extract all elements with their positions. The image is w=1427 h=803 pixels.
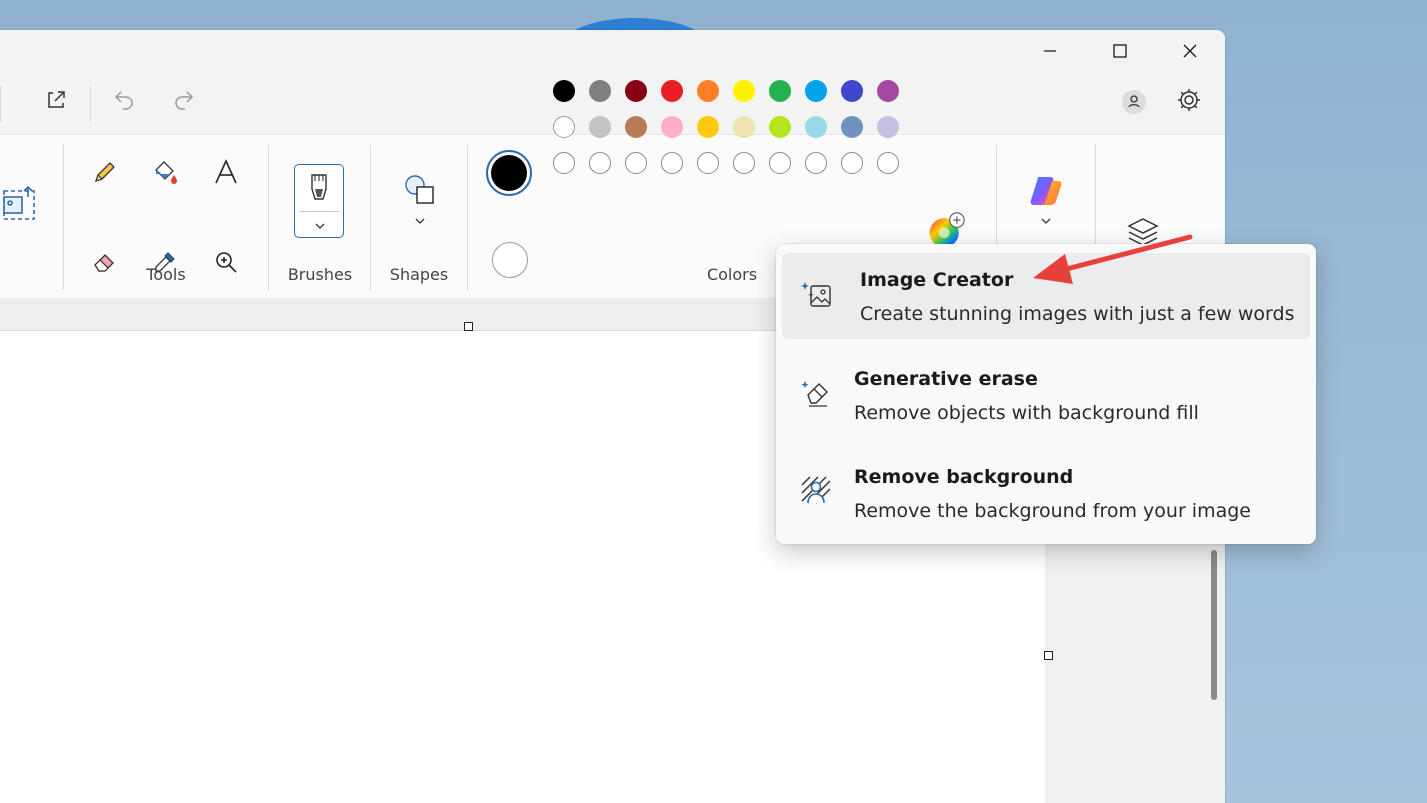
toolbar-divider	[90, 86, 91, 122]
shapes-icon	[405, 175, 434, 204]
menu-item-title: Generative erase	[854, 368, 1038, 390]
empty-color-slot[interactable]	[625, 152, 647, 174]
remove-background-icon	[798, 472, 834, 508]
menu-item-description: Remove the background from your image	[854, 500, 1251, 522]
ribbon-divider	[63, 145, 64, 290]
color-swatch[interactable]	[877, 80, 899, 102]
color-swatch[interactable]	[733, 116, 755, 138]
color-swatch[interactable]	[661, 116, 683, 138]
group-label-shapes: Shapes	[389, 265, 449, 284]
menu-item-description: Create stunning images with just a few w…	[860, 303, 1295, 325]
primary-color-swatch	[491, 155, 527, 191]
settings-icon	[1178, 89, 1200, 111]
chevron-down-icon	[315, 223, 325, 229]
image-select-icon	[3, 185, 35, 220]
color-swatch[interactable]	[733, 80, 755, 102]
ribbon-divider	[467, 145, 468, 290]
magnifier-button[interactable]	[206, 242, 246, 282]
color-swatch[interactable]	[805, 116, 827, 138]
eraser-icon	[94, 254, 114, 272]
copilot-menu: Image Creator Create stunning images wit…	[776, 244, 1316, 544]
redo-icon	[175, 91, 194, 110]
empty-color-slot[interactable]	[877, 152, 899, 174]
image-select-button[interactable]	[0, 183, 40, 223]
empty-color-slot[interactable]	[733, 152, 755, 174]
menu-item-remove-background[interactable]: Remove background Remove the background …	[782, 448, 1310, 534]
menu-item-description: Remove objects with background fill	[854, 402, 1199, 424]
close-button[interactable]	[1155, 30, 1225, 72]
generative-erase-icon	[798, 374, 834, 410]
color-swatch[interactable]	[841, 80, 863, 102]
redo-button[interactable]	[166, 82, 202, 118]
eraser-button[interactable]	[85, 242, 125, 282]
copilot-icon	[1030, 177, 1062, 205]
paint-bucket-icon	[155, 161, 177, 184]
color-swatch[interactable]	[841, 116, 863, 138]
color-swatch[interactable]	[589, 116, 611, 138]
brush-icon	[311, 174, 327, 200]
group-label-colors: Colors	[706, 265, 758, 284]
empty-color-slot[interactable]	[805, 152, 827, 174]
maximize-icon	[1113, 44, 1127, 58]
shapes-button[interactable]	[398, 171, 442, 231]
secondary-color-swatch[interactable]	[492, 242, 528, 278]
empty-color-slot[interactable]	[553, 152, 575, 174]
menu-item-generative-erase[interactable]: Generative erase Remove objects with bac…	[782, 350, 1310, 436]
zoom-in-icon	[216, 252, 237, 273]
pencil-icon	[94, 162, 115, 183]
color-swatch[interactable]	[553, 116, 575, 138]
empty-color-slot[interactable]	[661, 152, 683, 174]
empty-color-slot[interactable]	[841, 152, 863, 174]
color-swatch[interactable]	[697, 116, 719, 138]
quick-access-toolbar	[0, 80, 1225, 134]
primary-color-button[interactable]	[486, 150, 532, 196]
ribbon-divider	[268, 145, 269, 290]
color-swatch[interactable]	[877, 116, 899, 138]
close-icon	[1183, 44, 1197, 58]
menu-item-title: Image Creator	[860, 269, 1014, 291]
color-swatch[interactable]	[769, 80, 791, 102]
annotation-arrow	[1033, 234, 1193, 284]
color-swatch[interactable]	[589, 80, 611, 102]
brushes-divider	[299, 211, 339, 212]
group-label-brushes: Brushes	[287, 265, 353, 284]
toolbar-divider	[0, 86, 1, 122]
undo-button[interactable]	[106, 82, 142, 118]
copilot-button[interactable]	[1022, 171, 1070, 231]
minimize-button[interactable]	[1015, 30, 1085, 72]
group-label-tools: Tools	[146, 265, 186, 284]
empty-color-slot[interactable]	[697, 152, 719, 174]
brushes-button[interactable]	[294, 164, 344, 238]
maximize-button[interactable]	[1085, 30, 1155, 72]
resize-handle-top[interactable]	[464, 322, 473, 331]
text-button[interactable]	[206, 152, 246, 192]
minimize-icon	[1044, 50, 1056, 52]
color-swatch[interactable]	[769, 116, 791, 138]
color-swatch[interactable]	[553, 80, 575, 102]
color-swatch[interactable]	[625, 116, 647, 138]
vertical-scrollbar[interactable]	[1211, 550, 1217, 700]
text-icon	[215, 159, 237, 184]
share-button[interactable]	[38, 82, 74, 118]
color-swatch[interactable]	[661, 80, 683, 102]
image-creator-icon	[798, 277, 834, 313]
account-button[interactable]	[1116, 84, 1152, 120]
account-icon	[1122, 90, 1146, 114]
settings-button[interactable]	[1171, 82, 1207, 118]
chevron-down-icon	[415, 218, 425, 224]
pencil-button[interactable]	[85, 152, 125, 192]
undo-icon	[114, 91, 133, 110]
resize-handle-right[interactable]	[1044, 651, 1053, 660]
chevron-down-icon	[1041, 218, 1051, 224]
ribbon-divider	[370, 145, 371, 290]
menu-item-title: Remove background	[854, 466, 1074, 488]
color-swatch[interactable]	[697, 80, 719, 102]
title-bar	[0, 30, 1225, 80]
fill-button[interactable]	[145, 152, 185, 192]
color-swatch[interactable]	[805, 80, 827, 102]
empty-color-slot[interactable]	[769, 152, 791, 174]
share-icon	[48, 91, 65, 108]
empty-color-slot[interactable]	[589, 152, 611, 174]
color-swatch[interactable]	[625, 80, 647, 102]
